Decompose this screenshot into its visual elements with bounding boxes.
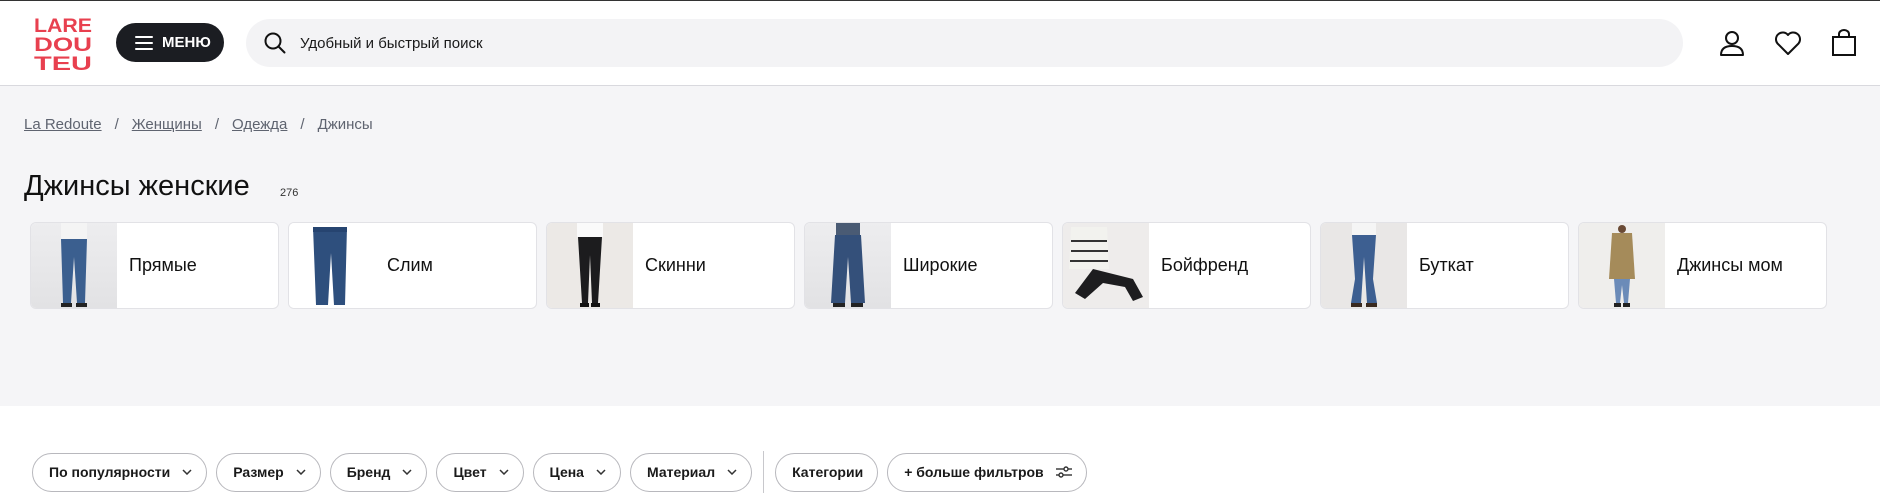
chip-label: + больше фильтров xyxy=(904,464,1044,480)
breadcrumb-link-home[interactable]: La Redoute xyxy=(24,116,102,133)
breadcrumb-separator: / xyxy=(214,116,219,133)
category-card-slim[interactable]: Слим xyxy=(288,222,537,309)
chip-label: Категории xyxy=(792,464,864,480)
sliders-icon xyxy=(1055,466,1072,478)
hamburger-icon xyxy=(135,35,153,50)
category-card-bootcut[interactable]: Буткат xyxy=(1320,222,1569,309)
breadcrumb-link-clothing[interactable]: Одежда xyxy=(232,116,287,133)
svg-text:DOU: DOU xyxy=(34,35,92,56)
filter-divider xyxy=(763,451,765,493)
chevron-down-icon xyxy=(499,469,509,475)
search-icon xyxy=(264,32,286,54)
site-header: LARE DOU TEU МЕНЮ Удобный и быстрый поис… xyxy=(0,0,1880,86)
breadcrumb: La Redoute / Женщины / Одежда / Джинсы xyxy=(24,116,373,133)
category-image xyxy=(289,223,375,308)
category-image xyxy=(805,223,891,308)
breadcrumb-separator: / xyxy=(114,116,119,133)
menu-button[interactable]: МЕНЮ xyxy=(116,23,224,62)
category-card-wide[interactable]: Широкие xyxy=(804,222,1053,309)
svg-text:LARE: LARE xyxy=(34,16,92,37)
category-label: Джинсы мом xyxy=(1677,255,1783,275)
breadcrumb-separator: / xyxy=(300,116,305,133)
chevron-down-icon xyxy=(296,469,306,475)
search-input[interactable]: Удобный и быстрый поиск xyxy=(300,35,483,52)
wishlist-heart-icon[interactable] xyxy=(1772,27,1804,59)
chip-label: Размер xyxy=(233,464,284,480)
category-cards: Прямые Слим Скинни Широкие Бойфренд Бутк… xyxy=(30,222,1827,309)
chevron-down-icon xyxy=(402,469,412,475)
brand-logo[interactable]: LARE DOU TEU xyxy=(34,14,94,75)
category-label: Бойфренд xyxy=(1161,255,1249,275)
page-title: Джинсы женские xyxy=(24,170,250,202)
category-label: Скинни xyxy=(645,255,706,275)
category-image xyxy=(1321,223,1407,308)
category-card-boyfriend[interactable]: Бойфренд xyxy=(1062,222,1311,309)
chevron-down-icon xyxy=(727,469,737,475)
svg-text:TEU: TEU xyxy=(34,54,92,72)
chevron-down-icon xyxy=(596,469,606,475)
category-image xyxy=(1063,223,1149,308)
account-icon[interactable] xyxy=(1716,27,1748,59)
category-label: Широкие xyxy=(903,255,978,275)
chip-label: По популярности xyxy=(49,464,171,480)
search-bar[interactable]: Удобный и быстрый поиск xyxy=(246,19,1683,67)
chip-label: Бренд xyxy=(346,464,391,480)
brand-filter[interactable]: Бренд xyxy=(329,452,428,492)
category-card-mom-jeans[interactable]: Джинсы мом xyxy=(1578,222,1827,309)
color-filter[interactable]: Цвет xyxy=(436,452,524,492)
breadcrumb-current: Джинсы xyxy=(317,116,373,133)
size-filter[interactable]: Размер xyxy=(216,452,321,492)
category-label: Буткат xyxy=(1419,255,1474,275)
product-count: 276 xyxy=(280,187,299,199)
sort-dropdown[interactable]: По популярности xyxy=(32,452,208,492)
menu-label: МЕНЮ xyxy=(162,34,211,51)
chip-label: Цвет xyxy=(453,464,487,480)
chevron-down-icon xyxy=(182,469,192,475)
shopping-bag-icon[interactable] xyxy=(1828,27,1860,59)
category-label: Слим xyxy=(387,255,433,275)
chip-label: Цена xyxy=(549,464,584,480)
categories-button[interactable]: Категории xyxy=(775,452,879,492)
category-card-straight[interactable]: Прямые xyxy=(30,222,279,309)
category-label: Прямые xyxy=(129,255,197,275)
category-image xyxy=(31,223,117,308)
category-image xyxy=(1579,223,1665,308)
chip-label: Материал xyxy=(646,464,716,480)
filter-bar: По популярности Размер Бренд Цвет Цена М… xyxy=(32,451,1087,493)
category-image xyxy=(547,223,633,308)
breadcrumb-link-women[interactable]: Женщины xyxy=(132,116,202,133)
more-filters-button[interactable]: + больше фильтров xyxy=(887,452,1087,492)
price-filter[interactable]: Цена xyxy=(532,452,621,492)
material-filter[interactable]: Материал xyxy=(629,452,753,492)
category-card-skinny[interactable]: Скинни xyxy=(546,222,795,309)
